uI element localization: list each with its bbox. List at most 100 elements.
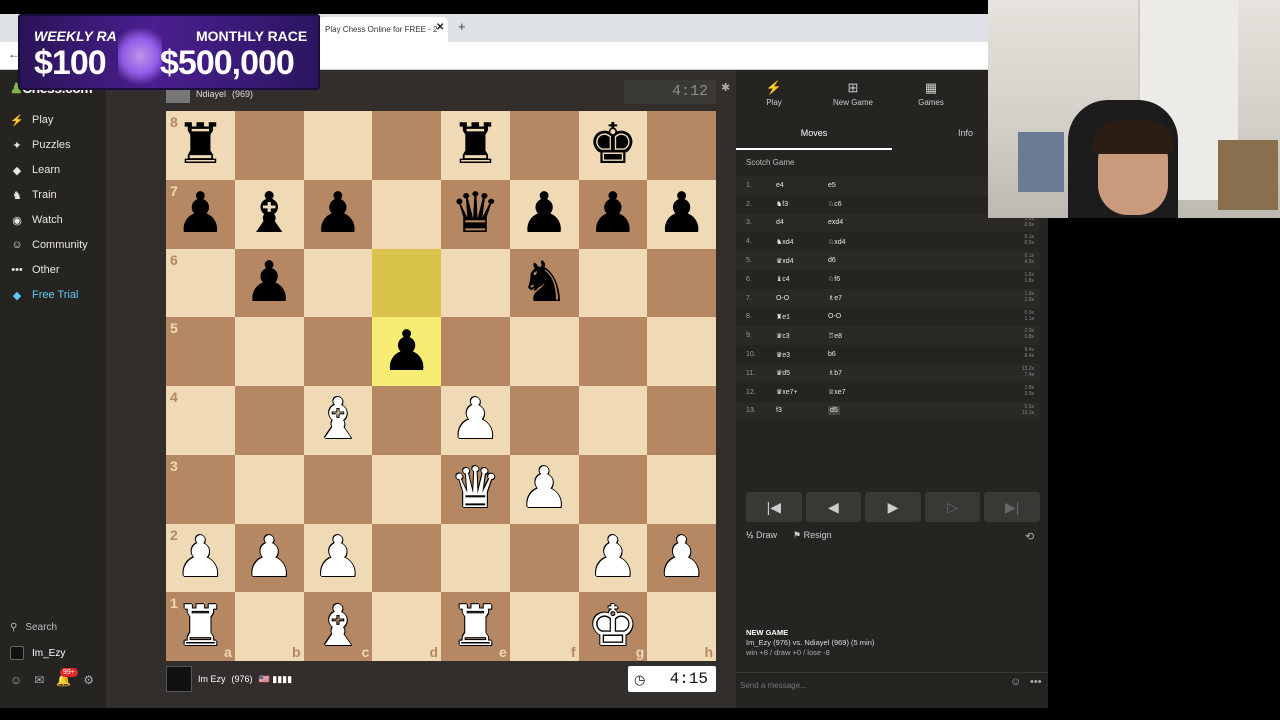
- square-g7[interactable]: ♟: [578, 179, 648, 249]
- sidebar-item-train[interactable]: ♞ Train: [10, 185, 57, 205]
- square-a6[interactable]: 6: [166, 248, 235, 318]
- message-input[interactable]: [740, 677, 990, 693]
- square-f2[interactable]: [509, 523, 579, 593]
- black-pawn-icon[interactable]: ♟: [657, 186, 707, 242]
- square-d3[interactable]: [372, 454, 441, 524]
- square-c7[interactable]: ♟: [303, 179, 373, 249]
- square-d2[interactable]: [372, 523, 441, 593]
- sidebar-item-play[interactable]: ⚡ Play: [10, 110, 53, 130]
- square-e4[interactable]: ♟: [441, 386, 510, 455]
- gear-icon[interactable]: ⚙: [83, 673, 94, 687]
- square-a2[interactable]: 2 ♟: [166, 523, 235, 593]
- square-e3[interactable]: ♛: [441, 454, 510, 524]
- emoji-icon[interactable]: ☺: [1010, 676, 1021, 688]
- black-queen-icon[interactable]: ♛: [450, 186, 500, 242]
- white-move[interactable]: ♛xe7+: [766, 388, 828, 396]
- square-a5[interactable]: 5: [166, 317, 235, 386]
- sidebar-user[interactable]: Im_Ezy: [10, 646, 65, 660]
- square-h1[interactable]: h: [647, 592, 716, 661]
- square-a4[interactable]: 4: [166, 386, 235, 455]
- square-h7[interactable]: ♟: [647, 179, 716, 249]
- square-e8[interactable]: ♜: [441, 111, 510, 180]
- square-f4[interactable]: [509, 386, 579, 455]
- square-b3[interactable]: [234, 454, 304, 524]
- promo-banner[interactable]: WEEKLY RA $100 MONTHLY RACE $500,000: [18, 14, 320, 90]
- black-pawn-icon[interactable]: ♟: [313, 186, 363, 242]
- white-pawn-icon[interactable]: ♟: [244, 529, 294, 586]
- white-pawn-icon[interactable]: ♟: [657, 529, 707, 586]
- square-b8[interactable]: [234, 111, 304, 180]
- black-rook-icon[interactable]: ♜: [175, 117, 225, 173]
- black-move[interactable]: ♗b7: [828, 369, 888, 377]
- black-pawn-icon[interactable]: ♟: [175, 186, 225, 242]
- flip-board-icon[interactable]: ⟲: [1025, 530, 1034, 543]
- black-move[interactable]: O-O: [828, 313, 888, 320]
- white-move[interactable]: ♛c3: [766, 332, 828, 340]
- resign-button[interactable]: ⚑ Resign: [793, 530, 832, 541]
- sidebar-search[interactable]: ⚲ Search: [10, 622, 57, 633]
- white-queen-icon[interactable]: ♛: [450, 461, 500, 517]
- square-c6[interactable]: [303, 248, 373, 318]
- black-move[interactable]: d6: [828, 257, 888, 264]
- square-g6[interactable]: [578, 248, 648, 318]
- white-move[interactable]: ♜e1: [766, 313, 828, 321]
- square-f1[interactable]: f: [509, 592, 579, 661]
- square-c3[interactable]: [303, 454, 373, 524]
- black-pawn-icon[interactable]: ♟: [519, 186, 569, 242]
- square-g8[interactable]: ♚: [578, 111, 648, 180]
- square-h6[interactable]: [647, 248, 716, 318]
- white-pawn-icon[interactable]: ♟: [175, 529, 225, 586]
- white-pawn-icon[interactable]: ♟: [313, 529, 363, 586]
- square-e7[interactable]: ♛: [441, 179, 510, 249]
- draw-button[interactable]: ½ Draw: [746, 530, 777, 541]
- square-d1[interactable]: d: [372, 592, 441, 661]
- white-pawn-icon[interactable]: ♟: [588, 529, 638, 586]
- opponent-name[interactable]: Ndiayel: [196, 89, 226, 99]
- sidebar-item-puzzles[interactable]: ✦ Puzzles: [10, 135, 70, 155]
- black-pawn-icon[interactable]: ♟: [588, 186, 638, 242]
- sidebar-item-other[interactable]: ••• Other: [10, 260, 59, 280]
- black-move[interactable]: ♖e8: [828, 332, 888, 340]
- square-h5[interactable]: [647, 317, 716, 386]
- square-f3[interactable]: ♟: [509, 454, 579, 524]
- white-move[interactable]: ♞f3: [766, 200, 828, 208]
- square-b4[interactable]: [234, 386, 304, 455]
- white-move[interactable]: ♛d5: [766, 369, 828, 377]
- square-d4[interactable]: [372, 386, 441, 455]
- square-g3[interactable]: [578, 454, 648, 524]
- black-move[interactable]: ♕xe7: [828, 388, 888, 396]
- square-d8[interactable]: [372, 111, 441, 180]
- tab-info[interactable]: Info: [958, 118, 973, 148]
- square-g1[interactable]: g ♚: [578, 592, 648, 661]
- friends-icon[interactable]: ☺: [10, 673, 22, 687]
- square-h3[interactable]: [647, 454, 716, 524]
- black-pawn-icon[interactable]: ♟: [382, 323, 432, 380]
- white-move[interactable]: O-O: [766, 295, 828, 302]
- white-move[interactable]: ♝c4: [766, 275, 828, 283]
- prev-move-button[interactable]: ◀: [805, 492, 862, 522]
- white-move[interactable]: ♛xd4: [766, 257, 828, 265]
- black-bishop-icon[interactable]: ♝: [244, 186, 294, 242]
- sidebar-item-learn[interactable]: ◆ Learn: [10, 160, 60, 180]
- black-king-icon[interactable]: ♚: [588, 117, 638, 173]
- square-b1[interactable]: b: [234, 592, 304, 661]
- white-pawn-icon[interactable]: ♟: [450, 392, 500, 448]
- square-d7[interactable]: [372, 179, 441, 249]
- square-c8[interactable]: [303, 111, 373, 180]
- square-e1[interactable]: e ♜: [441, 592, 510, 661]
- square-f6[interactable]: ♞: [509, 248, 579, 318]
- black-move[interactable]: d5: [828, 406, 840, 416]
- white-move[interactable]: d4: [766, 219, 828, 226]
- mail-icon[interactable]: ✉: [34, 673, 44, 687]
- square-h2[interactable]: ♟: [647, 523, 716, 593]
- black-move[interactable]: ♘xd4: [828, 238, 888, 246]
- square-f7[interactable]: ♟: [509, 179, 579, 249]
- square-d6[interactable]: [372, 248, 441, 318]
- black-rook-icon[interactable]: ♜: [450, 117, 500, 173]
- sidebar-item-free-trial[interactable]: ◆ Free Trial: [10, 285, 79, 305]
- play-button[interactable]: ▶: [865, 492, 921, 522]
- white-bishop-icon[interactable]: ♝: [313, 598, 363, 655]
- square-c4[interactable]: ♝: [303, 386, 373, 455]
- square-b2[interactable]: ♟: [234, 523, 304, 593]
- white-rook-icon[interactable]: ♜: [175, 598, 225, 655]
